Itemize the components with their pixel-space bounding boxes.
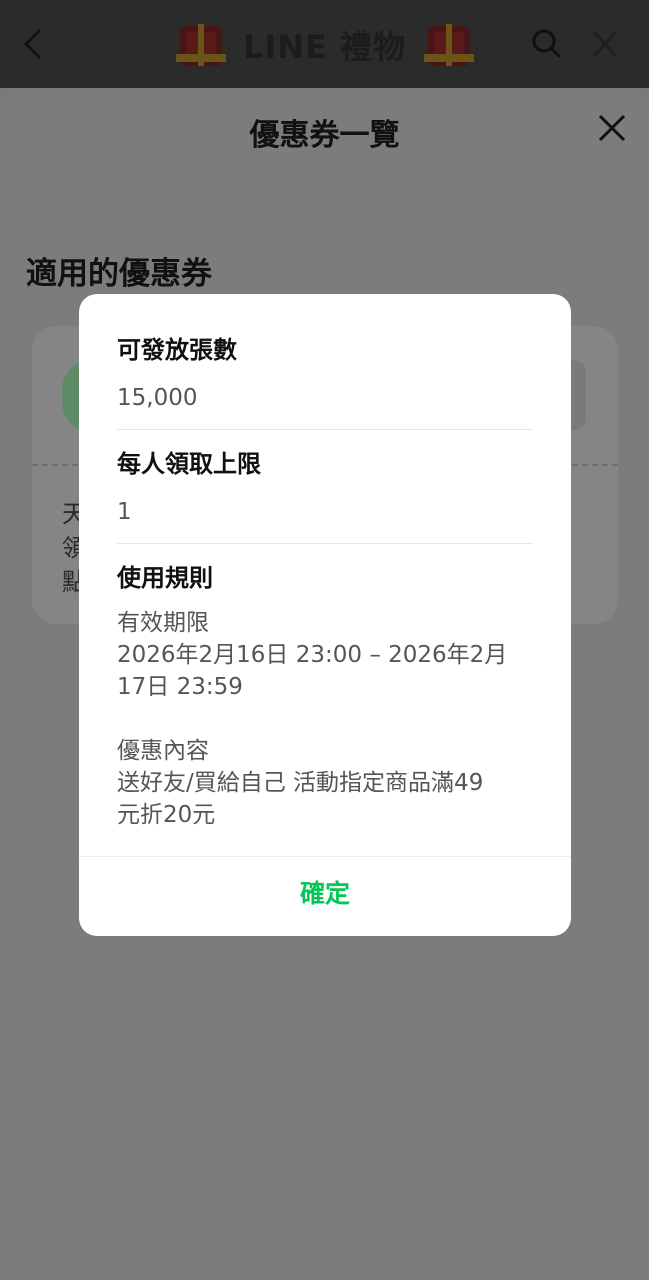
content-heading: 優惠內容 — [117, 738, 209, 764]
per-person-value: 1 — [117, 499, 132, 525]
divider — [117, 429, 533, 430]
rules-section: 使用規則 有效期限 2026年2月16日 23:00 – 2026年2月 17日… — [117, 558, 533, 831]
sheet-title: 優惠券一覽 — [249, 118, 400, 153]
app-bar: LINE 禮物 — [0, 0, 649, 88]
validity-heading: 有效期限 — [117, 610, 209, 636]
issue-count-section: 可發放張數 15,000 — [117, 330, 533, 411]
gift-decoration-icon — [424, 24, 474, 66]
issue-count-value: 15,000 — [117, 385, 198, 411]
issue-count-label: 可發放張數 — [117, 336, 237, 364]
content-line: 送好友/買給自己 活動指定商品滿49 — [117, 770, 484, 796]
title-suffix: 禮物 — [340, 28, 407, 66]
per-person-section: 每人領取上限 1 — [117, 444, 533, 525]
sheet-close-icon[interactable] — [596, 112, 628, 144]
per-person-label: 每人領取上限 — [117, 450, 261, 478]
coupon-detail-dialog: 可發放張數 15,000 每人領取上限 1 使用規則 有效期限 2026年2月1… — [79, 294, 571, 936]
search-icon[interactable] — [530, 26, 564, 62]
close-icon[interactable] — [590, 28, 620, 60]
section-title: 適用的優惠券 — [26, 256, 212, 292]
content-line: 元折20元 — [117, 802, 216, 828]
footer-divider — [79, 856, 571, 857]
validity-line: 17日 23:59 — [117, 674, 243, 700]
rules-label: 使用規則 — [117, 564, 213, 592]
validity-line: 2026年2月16日 23:00 – 2026年2月 — [117, 642, 508, 668]
confirm-button[interactable]: 確定 — [79, 874, 571, 910]
divider — [117, 543, 533, 544]
brand-label: LINE — [242, 28, 328, 66]
